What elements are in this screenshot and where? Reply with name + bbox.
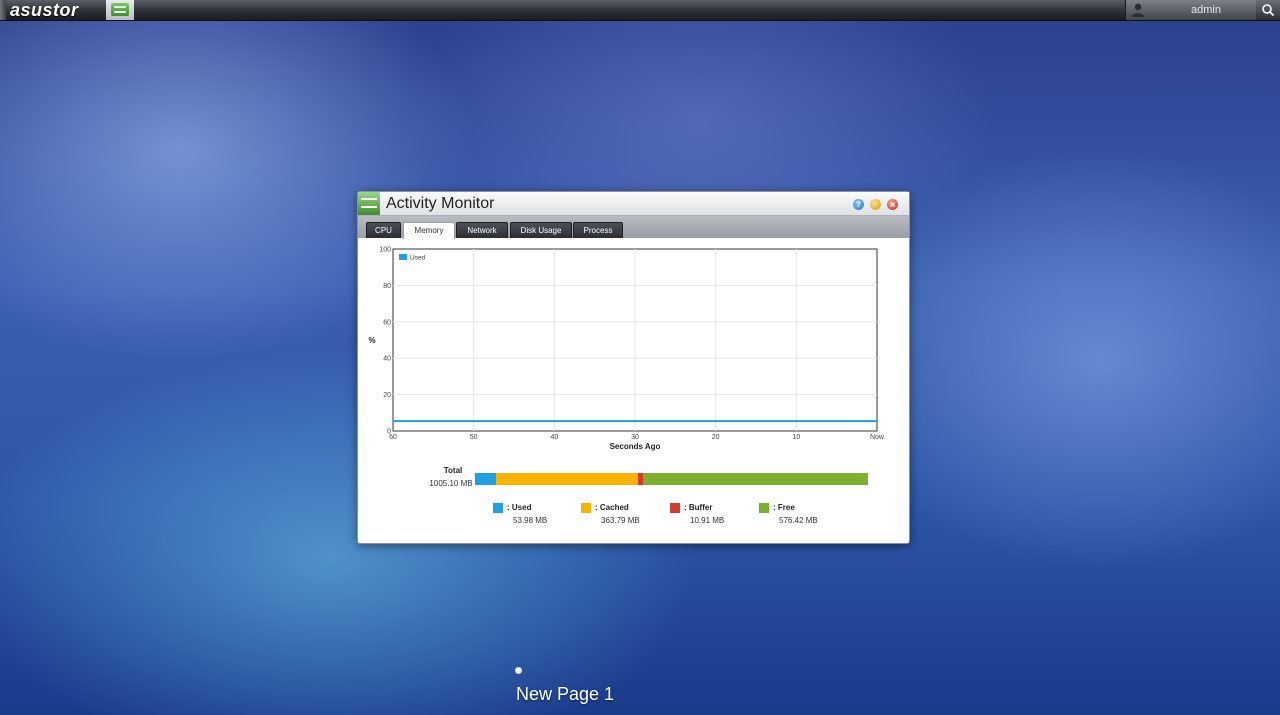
tab-process[interactable]: Process [573,222,623,238]
legend-used: : Used 53.98 MB [493,503,583,533]
cached-value: 363.79 MB [601,516,640,525]
minimize-button[interactable] [870,199,881,210]
x-tick-50: 50 [470,434,478,441]
close-icon [890,202,895,207]
page-indicator-dot[interactable] [515,667,522,674]
window-titlebar[interactable]: Activity Monitor ? [358,192,909,216]
bar-segment-cached [496,473,639,485]
x-tick-40: 40 [550,434,558,441]
username: admin [1191,4,1221,16]
activity-monitor-icon [358,192,380,215]
tab-network[interactable]: Network [456,222,508,238]
legend-buffer: : Buffer 10.91 MB [670,503,760,533]
tab-memory[interactable]: Memory [403,222,455,239]
free-swatch [759,503,769,513]
memory-usage-chart: 020406080100 60 50 40 30 20 10 Now % Seconds A… [368,247,885,452]
cached-swatch [581,503,591,513]
y-tick-20: 20 [383,392,391,399]
user-icon [1132,3,1144,17]
cached-label: : Cached [595,503,629,512]
user-menu[interactable]: admin [1125,0,1256,20]
free-value: 576.42 MB [779,516,818,525]
x-tick-10: 10 [792,434,800,441]
used-swatch [493,503,503,513]
x-axis-label: Seconds Ago [610,442,661,451]
memory-breakdown-bar [475,473,868,485]
legend-free: : Free 576.42 MB [759,503,849,533]
buffer-value: 10.91 MB [690,516,725,525]
legend-cached: : Cached 363.79 MB [581,503,671,533]
buffer-label: : Buffer [684,503,713,512]
x-tick-30: 30 [631,434,639,441]
asustor-logo: asustor [10,0,79,20]
legend-swatch-used [399,254,407,260]
tab-disk-usage[interactable]: Disk Usage [510,222,572,238]
bar-segment-free [642,473,868,485]
y-tick-40: 40 [383,356,391,363]
help-button[interactable]: ? [853,199,864,210]
close-button[interactable] [887,199,898,210]
x-tick-20: 20 [712,434,720,441]
used-value: 53.98 MB [513,516,548,525]
activity-monitor-icon [111,3,129,16]
buffer-swatch [670,503,680,513]
x-tick-60: 60 [389,434,397,441]
desktop-page-name: New Page 1 [515,684,615,704]
search-button[interactable] [1256,0,1280,20]
window-title: Activity Monitor [386,195,495,212]
activity-monitor-window: Activity Monitor ? CPU Memory Network Di… [357,191,910,544]
y-tick-100: 100 [379,247,391,254]
x-tick-Now: Now [870,434,885,441]
tab-cpu[interactable]: CPU [366,222,401,238]
used-label: : Used [507,503,532,512]
y-tick-80: 80 [383,283,391,290]
bar-segment-used [475,473,497,485]
topbar-edge [0,0,6,20]
legend-label-used: Used [410,255,426,262]
free-label: : Free [773,503,795,512]
y-axis-label: % [368,336,375,345]
tab-bar: CPU Memory Network Disk Usage Process [358,216,909,239]
top-bar: asustor admin [0,0,1280,21]
search-icon [1262,4,1275,17]
y-tick-60: 60 [383,319,391,326]
activity-monitor-taskbar-button[interactable] [106,0,134,20]
